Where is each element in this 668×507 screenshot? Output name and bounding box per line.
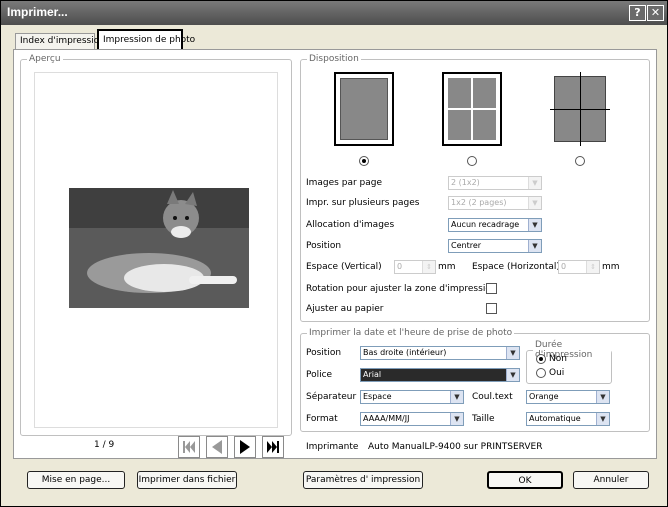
duree-oui-radio[interactable]	[536, 368, 546, 378]
space-horizontal-label: Espace (Horizontal)	[472, 262, 560, 272]
print-settings-button[interactable]: Paramètres d' impression	[303, 471, 423, 489]
layout-radio-split[interactable]	[575, 156, 585, 166]
chevron-down-icon: ▼	[450, 391, 463, 403]
format-select[interactable]: AAAA/MM/JJ ▼	[360, 412, 464, 426]
rotate-checkbox[interactable]	[486, 283, 497, 294]
duree-non-radio[interactable]	[536, 354, 546, 364]
couleur-label: Coul.text	[472, 392, 513, 402]
skip-first-icon	[183, 441, 195, 453]
date-position-select[interactable]: Bas droite (intérieur) ▼	[360, 346, 520, 360]
cancel-button[interactable]: Annuler	[573, 471, 649, 489]
police-select[interactable]: Arial ▼	[360, 368, 520, 382]
duree-non-label: Non	[549, 354, 567, 364]
chevron-down-icon: ▼	[528, 240, 541, 252]
space-vertical-label: Espace (Vertical)	[306, 262, 382, 272]
separator-label: Séparateur	[306, 392, 357, 402]
ok-button[interactable]: OK	[487, 471, 563, 489]
layout-option-grid[interactable]	[442, 72, 502, 146]
date-legend: Imprimer la date et l'heure de prise de …	[309, 328, 513, 338]
chevron-down-icon: ▼	[506, 369, 519, 381]
couleur-select[interactable]: Orange ▼	[526, 390, 610, 404]
print-dialog: Imprimer... ? ✕ Index d'impression Impre…	[0, 0, 668, 507]
tab-index-impression[interactable]: Index d'impression	[15, 33, 105, 49]
preview-photo	[69, 188, 249, 308]
preview-legend: Aperçu	[29, 54, 61, 64]
tab-panel: Aperçu 1 / 9 Disposition Images par page…	[13, 49, 657, 459]
layout-option-split[interactable]	[550, 72, 610, 146]
chevron-down-icon: ▼	[596, 391, 609, 403]
last-page-button[interactable]	[262, 436, 284, 458]
images-per-page-select[interactable]: 2 (1x2) ▼	[448, 176, 542, 190]
first-page-button[interactable]	[178, 436, 200, 458]
chevron-down-icon: ▼	[528, 197, 541, 209]
chevron-down-icon: ▼	[450, 413, 463, 425]
triangle-right-icon	[240, 440, 250, 454]
chevron-down-icon: ▼	[528, 177, 541, 189]
printer-value: Auto ManualLP-9400 sur PRINTSERVER	[368, 442, 543, 452]
title-bar: Imprimer... ? ✕	[1, 1, 667, 25]
taille-label: Taille	[472, 414, 495, 424]
printer-label: Imprimante	[306, 442, 359, 452]
window-title: Imprimer...	[7, 5, 68, 19]
fit-paper-checkbox[interactable]	[486, 303, 497, 314]
layout-radio-grid[interactable]	[467, 156, 477, 166]
chevron-down-icon: ▼	[528, 219, 541, 231]
duree-oui-label: Oui	[549, 368, 565, 378]
allocation-select[interactable]: Aucun recadrage ▼	[448, 218, 542, 232]
disposition-legend: Disposition	[309, 54, 359, 64]
space-horizontal-spinner[interactable]: 0 ⇕	[558, 260, 600, 274]
mise-en-page-button[interactable]: Mise en page...	[27, 471, 125, 489]
space-vertical-spinner[interactable]: 0 ⇕	[394, 260, 436, 274]
chevron-down-icon: ▼	[506, 347, 519, 359]
multi-page-label: Impr. sur plusieurs pages	[306, 198, 420, 208]
chevron-down-icon: ▼	[596, 413, 609, 425]
help-button[interactable]: ?	[629, 5, 646, 21]
spinner-icon: ⇕	[586, 261, 599, 273]
format-label: Format	[306, 414, 338, 424]
position-select[interactable]: Centrer ▼	[448, 239, 542, 253]
position-label: Position	[306, 241, 342, 251]
next-page-button[interactable]	[234, 436, 256, 458]
layout-radio-single[interactable]	[359, 156, 369, 166]
previous-page-button[interactable]	[206, 436, 228, 458]
space-horizontal-unit: mm	[602, 262, 620, 272]
fit-paper-label: Ajuster au papier	[306, 304, 384, 314]
allocation-label: Allocation d'images	[306, 220, 395, 230]
page-counter: 1 / 9	[94, 440, 115, 450]
preview-page	[34, 72, 278, 428]
rotate-label: Rotation pour ajuster la zone d'impressi…	[306, 284, 497, 294]
images-per-page-label: Images par page	[306, 178, 383, 188]
print-to-file-button[interactable]: Imprimer dans fichier	[137, 471, 237, 489]
close-button[interactable]: ✕	[647, 5, 664, 21]
taille-select[interactable]: Automatique ▼	[526, 412, 610, 426]
layout-option-single[interactable]	[334, 72, 394, 146]
skip-last-icon	[267, 441, 279, 453]
space-vertical-unit: mm	[438, 262, 456, 272]
spinner-icon: ⇕	[422, 261, 435, 273]
triangle-left-icon	[212, 440, 222, 454]
separator-select[interactable]: Espace ▼	[360, 390, 464, 404]
police-label: Police	[306, 370, 333, 380]
multi-page-select[interactable]: 1x2 (2 pages) ▼	[448, 196, 542, 210]
date-position-label: Position	[306, 348, 342, 358]
